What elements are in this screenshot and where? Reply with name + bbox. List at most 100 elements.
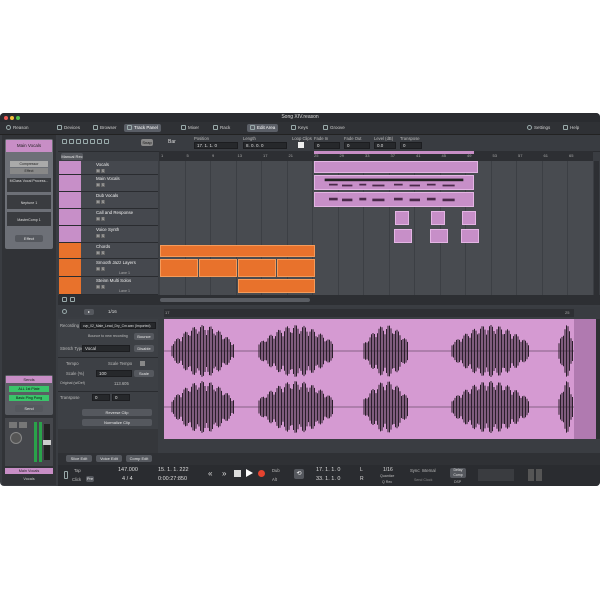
normalize-clip-button[interactable]: Normalize Clip — [82, 419, 152, 426]
length-field[interactable]: 8. 0. 0. 0 — [243, 142, 287, 149]
call-response-clip-3[interactable] — [462, 211, 476, 225]
mastercomp-device[interactable]: MasterComp 1 — [7, 212, 51, 226]
call-response-clip-2[interactable] — [431, 211, 445, 225]
nav-edit-area[interactable]: Edit Area — [247, 124, 279, 132]
track-name[interactable]: Voice Synth — [96, 227, 119, 232]
neptune-device[interactable]: Neptune 1 — [7, 195, 51, 209]
compressor-device[interactable]: Compressor — [10, 161, 48, 167]
loop-icon[interactable]: ⟲ — [294, 469, 304, 479]
mute-button[interactable]: M — [96, 217, 100, 221]
track-header[interactable]: Voice Synth M S — [59, 226, 158, 243]
effect-device[interactable]: Effect — [10, 168, 48, 174]
smooth-jazz-clip-2[interactable] — [199, 259, 237, 277]
vocals-folder-clip[interactable] — [314, 161, 478, 173]
track-name[interactable]: Vocals — [96, 162, 109, 167]
mute-button[interactable]: M — [96, 183, 100, 187]
dub-vocals-clip[interactable] — [314, 192, 474, 207]
chords-folder-clip[interactable] — [160, 245, 315, 257]
solo-button[interactable]: S — [101, 251, 105, 255]
zoom-out-icon[interactable] — [62, 297, 67, 302]
nav-groove[interactable]: Groove — [320, 124, 348, 132]
solo-button[interactable]: S — [101, 267, 105, 271]
track-name[interactable]: Steinn Multi Solos — [96, 278, 131, 283]
add-send-button[interactable]: Send — [15, 405, 43, 412]
sync-mode[interactable]: Sync: Internal — [410, 468, 436, 473]
arrange-scrollbar[interactable] — [594, 161, 599, 295]
mute-solo-buttons[interactable]: MS — [96, 266, 106, 272]
level-field[interactable]: 0.0 — [374, 142, 396, 149]
rewind-icon[interactable]: « — [208, 469, 212, 478]
tap-button[interactable]: Tap — [74, 468, 81, 473]
loop-start-display[interactable]: 17. 1. 1. 0 — [316, 467, 340, 473]
alt-button[interactable]: Alt — [272, 477, 277, 482]
editor-target-icon[interactable] — [62, 309, 67, 314]
precount-button[interactable]: Pre — [86, 476, 94, 482]
solo-button[interactable]: S — [101, 169, 105, 173]
bounce-button[interactable]: Bounce — [134, 333, 154, 340]
play-icon[interactable] — [246, 469, 253, 477]
transpose-field[interactable]: 0 — [400, 142, 422, 149]
mute-solo-buttons[interactable]: MS — [96, 233, 106, 239]
position-field[interactable]: 17. 1. 1. 0 — [194, 142, 238, 149]
mute-solo-buttons[interactable]: MS — [96, 284, 106, 290]
transpose-semitones-field[interactable]: 0 — [92, 394, 110, 401]
recording-file-field[interactable]: cvp_02_Male_Lead_Dry_Cm.wav (Imported) — [80, 322, 156, 329]
send-2[interactable]: Basic Ping Pong — [9, 395, 49, 401]
loop-end-display[interactable]: 33. 1. 1. 0 — [316, 476, 340, 482]
volume-fader[interactable] — [43, 440, 51, 445]
arrange-horizontal-scrollbar[interactable] — [160, 298, 310, 302]
fade-in-field[interactable]: 0 — [314, 142, 340, 149]
select-tool-icon[interactable] — [62, 139, 67, 145]
voice-synth-clip-3[interactable] — [461, 229, 479, 243]
nav-mixer[interactable]: Mixer — [178, 124, 202, 132]
voice-synth-clip-1[interactable] — [394, 229, 412, 243]
disable-stretch-button[interactable]: Disable — [134, 345, 154, 352]
voice-edit-button[interactable]: Voice Edit — [96, 455, 122, 462]
mute-button[interactable]: M — [96, 200, 100, 204]
magnify-tool-icon[interactable] — [97, 139, 102, 145]
fade-out-field[interactable]: 0 — [344, 142, 370, 149]
metronome-icon[interactable] — [64, 471, 68, 479]
nav-devices[interactable]: Devices — [54, 124, 83, 132]
zoom-in-icon[interactable] — [70, 297, 75, 302]
solo-button[interactable]: S — [101, 183, 105, 187]
editor-ruler[interactable]: 17 25 — [164, 309, 574, 317]
solo-button[interactable]: S — [101, 285, 105, 289]
mute-solo-buttons[interactable]: MS — [96, 216, 106, 222]
hand-tool-icon[interactable] — [104, 139, 109, 145]
scale-button[interactable]: Scale — [134, 370, 154, 377]
track-header[interactable]: Chords M S — [59, 243, 158, 259]
slice-edit-button[interactable]: Slice Edit — [66, 455, 92, 462]
nav-keys[interactable]: Keys — [288, 124, 311, 132]
stretch-type-select[interactable]: Vocal — [82, 345, 130, 352]
track-name[interactable]: Call and Response — [96, 210, 133, 215]
add-effect-button[interactable]: Effect — [15, 235, 43, 242]
mute-solo-buttons[interactable]: MS — [96, 182, 106, 188]
track-name[interactable]: Smooth Jazz Layers — [96, 260, 136, 265]
strip-button-2[interactable] — [19, 422, 27, 428]
loop-range-bar[interactable] — [314, 151, 474, 154]
close-window-button[interactable] — [4, 115, 8, 120]
call-response-clip-1[interactable] — [395, 211, 409, 225]
tempo-display[interactable]: 147.000 — [118, 467, 138, 473]
smooth-jazz-clip-4[interactable] — [277, 259, 315, 277]
nav-browser[interactable]: Browser — [90, 124, 120, 132]
solo-button[interactable]: S — [101, 200, 105, 204]
nav-settings[interactable]: Settings — [524, 124, 553, 132]
record-icon[interactable] — [258, 470, 265, 477]
editor-scrollbar[interactable] — [596, 319, 600, 439]
pencil-tool-icon[interactable] — [69, 139, 74, 145]
mute-button[interactable]: M — [96, 285, 100, 289]
mute-solo-buttons[interactable]: MS — [96, 199, 106, 205]
strip-button-1[interactable] — [9, 422, 17, 428]
mute-solo-buttons[interactable]: MS — [96, 168, 106, 174]
mclass-device[interactable]: MClass Vocal Process... — [7, 178, 51, 192]
mute-tool-icon[interactable] — [90, 139, 95, 145]
manual-rec-button[interactable]: Manual Rec — [61, 153, 83, 160]
pan-knob[interactable] — [10, 432, 22, 444]
signature-display[interactable]: 4 / 4 — [122, 476, 133, 482]
track-name[interactable]: Main Vocals — [96, 176, 120, 181]
track-header[interactable]: Main Vocals M S — [59, 175, 158, 192]
mute-button[interactable]: M — [96, 234, 100, 238]
scale-tempo-checkbox[interactable] — [140, 361, 145, 366]
